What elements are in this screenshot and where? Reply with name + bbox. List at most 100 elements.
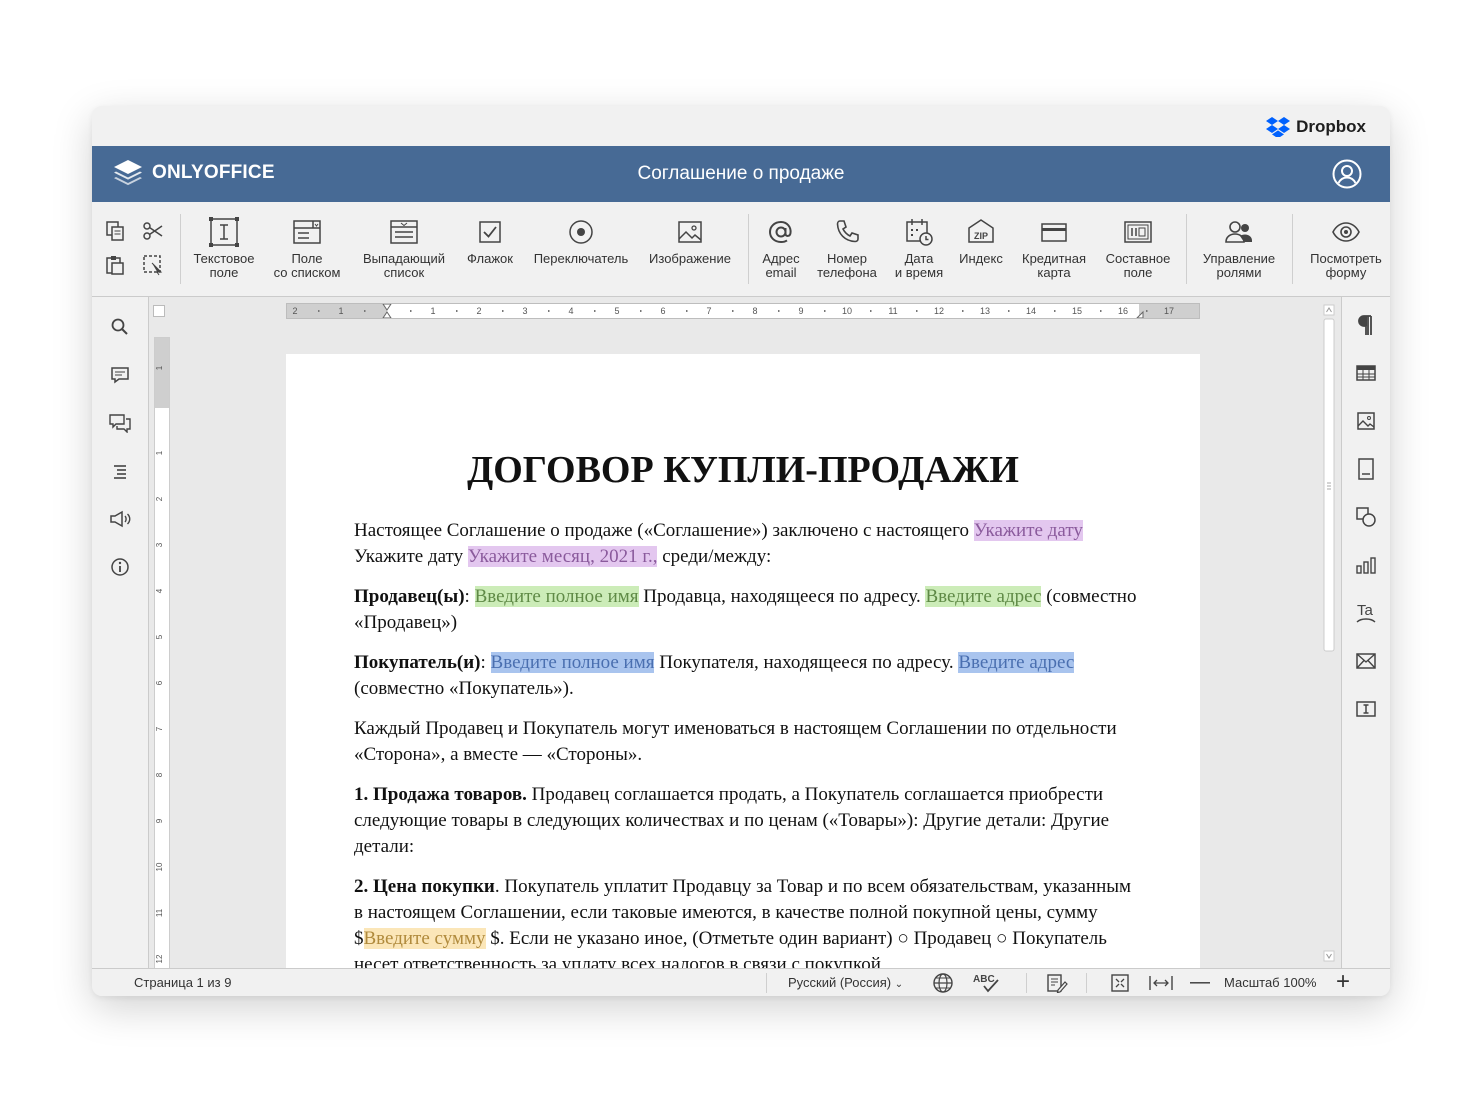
text-run: Покупателя, находящееся по адресу. <box>654 652 959 673</box>
cut-icon[interactable] <box>140 218 166 244</box>
paragraph-sale: 1. Продажа товаров. Продавец соглашается… <box>354 782 1144 860</box>
right-panel: Ta <box>1341 297 1390 968</box>
chat-icon[interactable] <box>108 411 132 435</box>
copy-icon[interactable] <box>102 218 128 244</box>
vruler-number: 10 <box>155 862 164 871</box>
radio-button-icon <box>569 220 593 244</box>
manage-roles-label: Управление ролями <box>1202 251 1276 280</box>
combo-box-button[interactable]: Поле со списком <box>265 216 349 280</box>
toolbar-separator <box>180 214 181 284</box>
forms-toolbar: Текстовое поле Поле со списком Выпадающи… <box>92 202 1390 297</box>
text-art-icon[interactable]: Ta <box>1354 601 1378 625</box>
vertical-scrollbar[interactable] <box>1321 301 1337 963</box>
buyer-name-field[interactable]: Введите полное имя <box>490 652 655 673</box>
toolbar-separator <box>1186 214 1187 284</box>
ruler-number: 2 <box>292 306 297 316</box>
header-footer-icon[interactable] <box>1354 457 1378 481</box>
phone-button[interactable]: Номер телефона <box>812 216 882 280</box>
feedback-icon[interactable] <box>108 507 132 531</box>
svg-text:ABC: ABC <box>973 974 995 985</box>
chart-icon[interactable] <box>1354 553 1378 577</box>
vruler-number: 11 <box>155 908 164 917</box>
dropdown-list-button[interactable]: Выпадающий список <box>355 216 453 280</box>
dropdown-list-label: Выпадающий список <box>362 251 446 280</box>
paragraph-mark-icon[interactable] <box>1354 313 1378 337</box>
page-counter[interactable]: Страница 1 из 9 <box>134 975 231 990</box>
search-icon[interactable] <box>108 315 132 339</box>
zoom-in-button[interactable]: + <box>1336 969 1350 995</box>
vertical-ruler[interactable]: 1 1 2 3 4 5 6 7 8 9 10 11 12 <box>154 337 170 968</box>
shape-icon[interactable] <box>1354 505 1378 529</box>
status-separator <box>1026 973 1027 993</box>
status-separator <box>766 973 767 993</box>
select-all-icon[interactable] <box>140 252 166 278</box>
scrollbar-graphic <box>1323 304 1335 962</box>
document-page[interactable]: ДОГОВОР КУПЛИ-ПРОДАЖИ Настоящее Соглашен… <box>286 354 1200 968</box>
ruler-number: 4 <box>568 306 573 316</box>
radio-button-button[interactable]: Переключатель <box>525 216 637 266</box>
image-button[interactable]: Изображение <box>642 216 738 266</box>
image-settings-icon[interactable] <box>1354 409 1378 433</box>
form-settings-icon[interactable] <box>1354 697 1378 721</box>
date-field[interactable]: Укажите дату <box>973 520 1083 541</box>
ruler-number: 5 <box>614 306 619 316</box>
zip-label: Индекс <box>959 251 1003 266</box>
manage-roles-button[interactable]: Управление ролями <box>1192 216 1286 280</box>
ruler-number: 12 <box>934 306 944 316</box>
globe-icon[interactable] <box>932 972 954 996</box>
zoom-level[interactable]: Масштаб 100% <box>1224 975 1316 990</box>
paste-icon[interactable] <box>102 252 128 278</box>
language-select[interactable]: Русский (Россия) ⌄ <box>788 975 903 990</box>
fit-page-icon[interactable] <box>1110 973 1130 996</box>
text-field-icon <box>209 217 239 247</box>
seller-name-field[interactable]: Введите полное имя <box>474 586 639 607</box>
email-button[interactable]: Адрес email <box>754 216 808 280</box>
spellcheck-icon[interactable]: ABC <box>972 972 1002 996</box>
complex-field-icon <box>1124 221 1152 243</box>
ruler-number: 3 <box>522 306 527 316</box>
document-canvas: 2 1 1 2 3 4 5 6 7 8 9 10 11 12 13 14 15 <box>149 297 1341 968</box>
ruler-number: 9 <box>798 306 803 316</box>
date-time-button[interactable]: Дата и время <box>887 216 951 280</box>
table-icon[interactable] <box>1354 361 1378 385</box>
comment-icon[interactable] <box>108 363 132 387</box>
text-field-button[interactable]: Текстовое поле <box>189 216 259 280</box>
title-bar: ONLYOFFICE Соглашение о продаже <box>92 146 1390 202</box>
month-field[interactable]: Укажите месяц, 2021 г., <box>467 546 658 567</box>
zip-button[interactable]: ZIP Индекс <box>954 216 1008 266</box>
zoom-out-button[interactable]: — <box>1190 971 1210 994</box>
text-run: Продавца, находящееся по адресу. <box>638 586 926 607</box>
section-heading: 2. Цена покупки <box>354 876 495 897</box>
buyer-address-field[interactable]: Введите адрес <box>958 652 1075 673</box>
credit-card-button[interactable]: Кредитная карта <box>1014 216 1094 280</box>
navigation-icon[interactable] <box>108 459 132 483</box>
paragraph-seller: Продавец(ы): Введите полное имя Продавца… <box>354 584 1144 636</box>
fit-width-icon[interactable] <box>1148 973 1174 996</box>
horizontal-ruler[interactable]: 2 1 1 2 3 4 5 6 7 8 9 10 11 12 13 14 15 <box>286 303 1200 319</box>
vruler-number: 4 <box>155 588 164 593</box>
checkbox-button[interactable]: Флажок <box>459 216 521 266</box>
credit-card-icon <box>1041 223 1067 242</box>
complex-field-button[interactable]: Составное поле <box>1098 216 1178 280</box>
ruler-corner <box>153 305 165 317</box>
user-avatar-icon[interactable] <box>1332 159 1362 189</box>
dropbox-label: Dropbox <box>1296 117 1366 136</box>
checkbox-icon <box>479 221 501 243</box>
view-form-button[interactable]: Посмотреть форму <box>1298 216 1390 280</box>
ruler-number: 15 <box>1072 306 1082 316</box>
mail-merge-icon[interactable] <box>1354 649 1378 673</box>
track-changes-icon[interactable] <box>1046 973 1068 996</box>
seller-address-field[interactable]: Введите адрес <box>925 586 1042 607</box>
vruler-number: 8 <box>155 772 164 777</box>
dropbox-logo[interactable]: Dropbox <box>1266 116 1366 138</box>
text-run: Настоящее Соглашение о продаже («Соглаше… <box>354 520 974 541</box>
toolbar-separator <box>1292 214 1293 284</box>
info-icon[interactable] <box>108 555 132 579</box>
date-time-label: Дата и время <box>894 251 944 280</box>
credit-card-label: Кредитная карта <box>1022 251 1086 280</box>
ruler-ticks: 2 1 1 2 3 4 5 6 7 8 9 10 11 12 13 14 15 <box>287 303 1199 319</box>
amount-field[interactable]: Введите сумму <box>363 928 486 949</box>
paragraph-intro: Настоящее Соглашение о продаже («Соглаше… <box>354 518 1144 570</box>
ruler-number: 8 <box>752 306 757 316</box>
dropbox-icon <box>1266 117 1291 137</box>
